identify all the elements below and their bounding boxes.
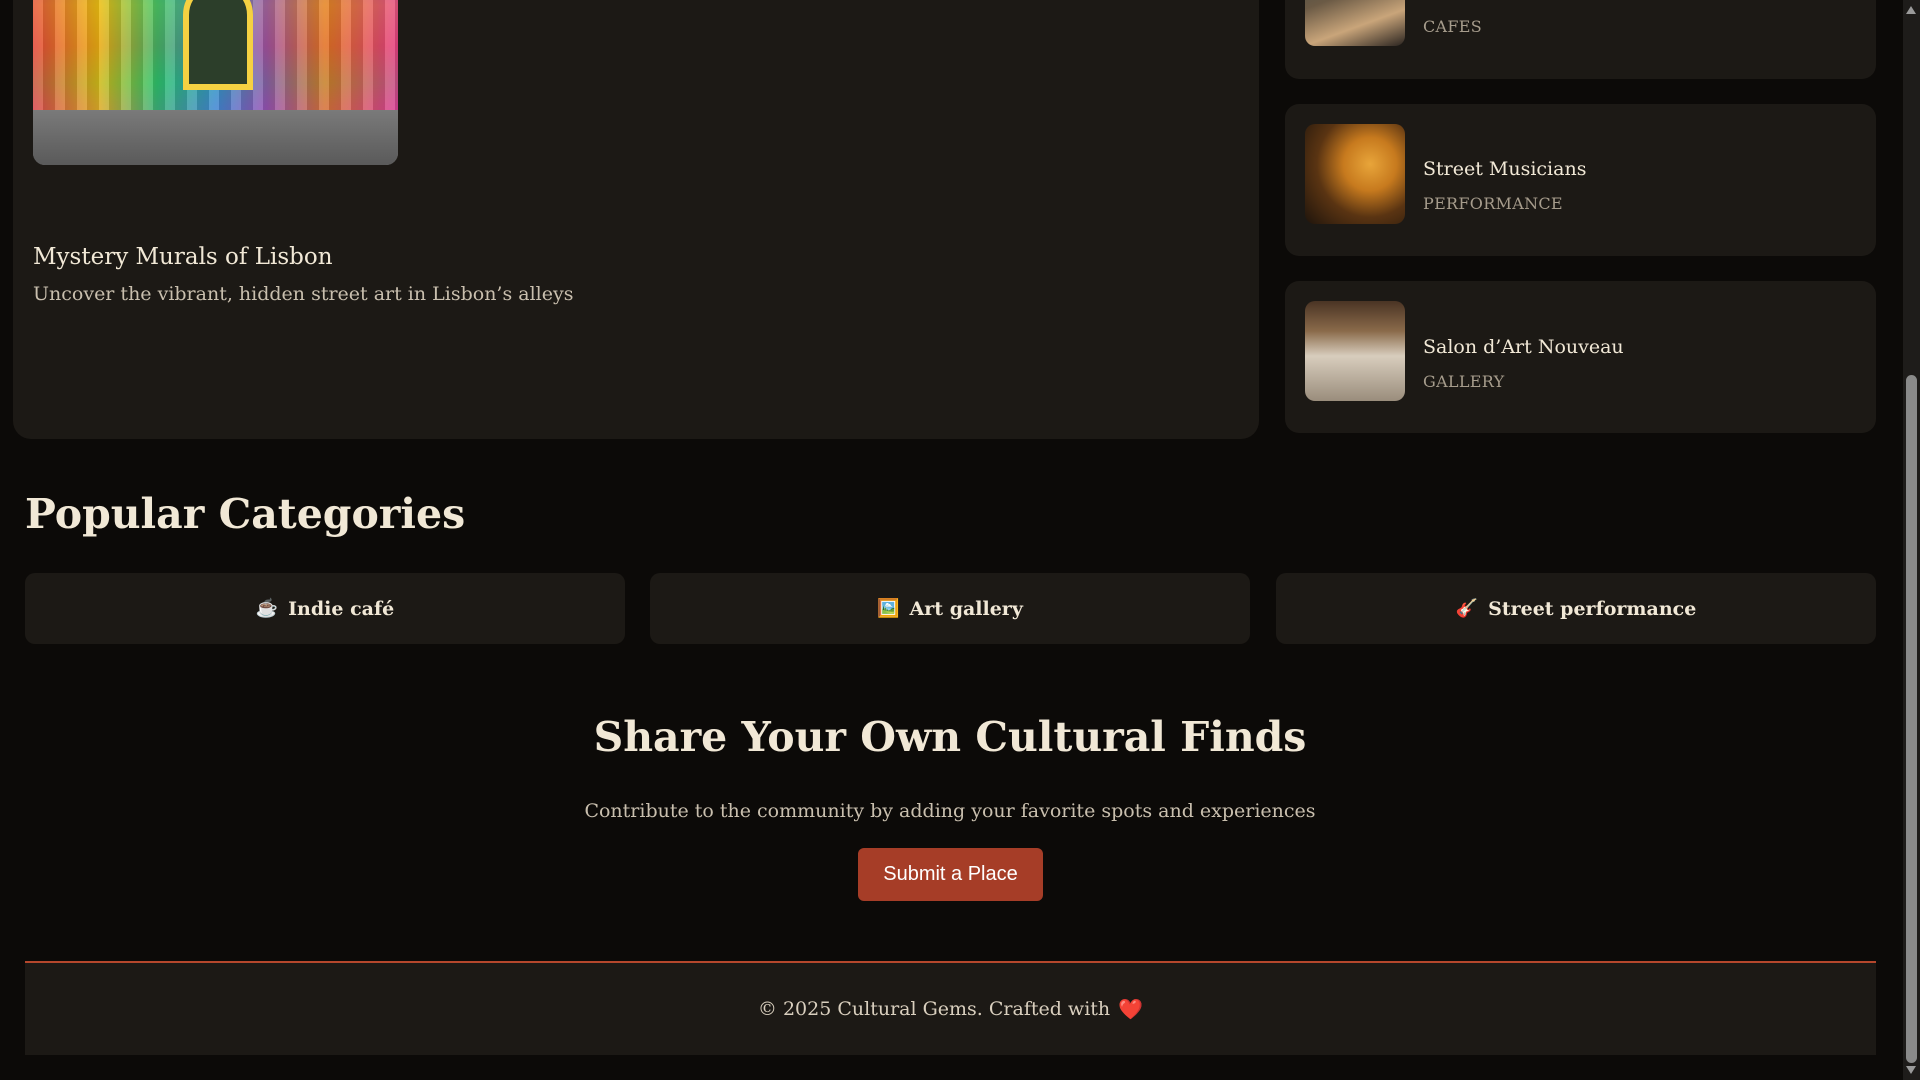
coffee-icon: ☕ [255, 598, 279, 619]
place-card-street-musicians[interactable] [1285, 104, 1876, 256]
category-art-gallery[interactable]: 🖼️ Art gallery [650, 573, 1250, 644]
place-name[interactable]: Street Musicians [1423, 158, 1586, 180]
category-indie-cafe[interactable]: ☕ Indie café [25, 573, 625, 644]
page: Mystery Murals of Lisbon Uncover the vib… [0, 0, 1920, 1080]
category-label: Art gallery [909, 597, 1023, 620]
popular-categories-title: Popular Categories [25, 490, 466, 538]
place-category: PERFORMANCE [1423, 194, 1563, 213]
featured-card[interactable] [13, 0, 1259, 439]
mural-arch [183, 0, 253, 90]
scroll-down-arrow-icon[interactable] [1906, 1066, 1916, 1074]
footer-copyright: © 2025 Cultural Gems. Crafted with [757, 998, 1111, 1020]
submit-place-button[interactable]: Submit a Place [858, 848, 1043, 901]
scroll-up-arrow-icon[interactable] [1906, 6, 1916, 14]
vertical-scrollbar[interactable] [1903, 0, 1920, 1080]
place-name[interactable]: Salon d’Art Nouveau [1423, 336, 1624, 358]
share-description: Contribute to the community by adding yo… [584, 800, 1316, 822]
place-thumbnail [1305, 124, 1405, 224]
featured-image[interactable] [33, 0, 398, 165]
place-thumbnail [1305, 301, 1405, 401]
featured-title[interactable]: Mystery Murals of Lisbon [33, 244, 333, 270]
street-road [33, 110, 398, 165]
category-label: Street performance [1488, 597, 1697, 620]
place-card-cafes[interactable] [1285, 0, 1876, 79]
place-category: CAFES [1423, 17, 1483, 36]
guitar-icon: 🎸 [1455, 598, 1479, 619]
category-street-performance[interactable]: 🎸 Street performance [1276, 573, 1876, 644]
picture-icon: 🖼️ [877, 598, 900, 619]
category-label: Indie café [288, 597, 395, 620]
heart-icon: ❤️ [1118, 997, 1144, 1021]
share-title: Share Your Own Cultural Finds [593, 713, 1307, 761]
featured-description: Uncover the vibrant, hidden street art i… [33, 283, 574, 305]
place-thumbnail [1305, 0, 1405, 46]
footer: © 2025 Cultural Gems. Crafted with ❤️ [25, 961, 1876, 1055]
place-category: GALLERY [1423, 372, 1505, 391]
scrollbar-thumb[interactable] [1906, 375, 1917, 1063]
